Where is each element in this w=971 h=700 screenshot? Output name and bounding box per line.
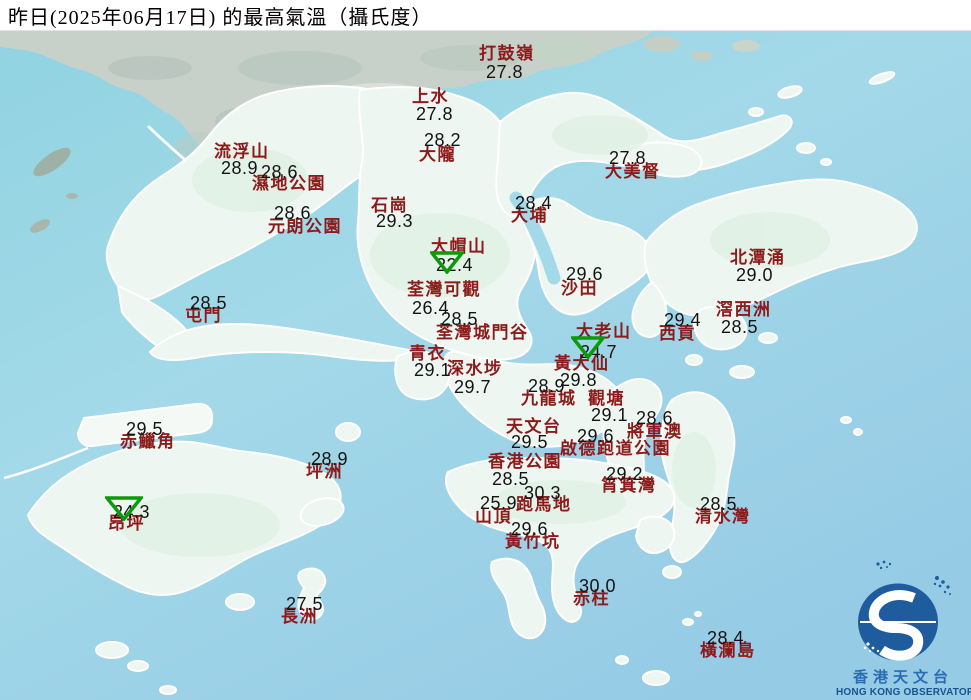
station-name: 打鼓嶺 [479,44,535,63]
station-temperature-value: 28.6 [274,203,312,223]
green-triangle-marker-icon [103,496,145,522]
station-temperature-value: 29.8 [560,370,598,390]
station-temperature-value: 29.0 [736,265,774,285]
station-temperature-value: 27.8 [416,104,454,124]
green-triangle-marker-icon [569,336,607,360]
weather-map-page: 昨日(2025年06月17日) 的最高氣溫（攝氏度） 打鼓嶺 27.8 上水 27.8… [0,0,971,700]
station-name: 香港公園 [488,452,562,471]
green-triangle-marker-icon [428,251,466,275]
page-title: 昨日(2025年06月17日) 的最高氣溫（攝氏度） [8,6,433,29]
station-temperature-value: 27.8 [486,62,524,82]
station-temperature-value: 29.6 [511,519,549,539]
station-temperature-value: 28.2 [424,130,462,150]
station-temperature-value: 28.9 [311,449,349,469]
station-temperature-value: 27.8 [609,148,647,168]
station-temperature-value: 25.9 [480,493,518,513]
station-temperature-value: 29.6 [566,264,604,284]
station-temperature-value: 29.3 [376,211,414,231]
stations-layer: 打鼓嶺 27.8 上水 27.8 大隴 28.2 大美督 27.8 流浮山 28.9 濕地公園 28.… [0,0,971,700]
station-temperature-value: 28.5 [700,494,738,514]
hko-logo-english-name: HONG KONG OBSERVATORY [836,686,971,698]
station-temperature-value: 29.1 [591,405,629,425]
station-temperature-value: 28.5 [721,317,759,337]
station-temperature-value: 28.6 [261,162,299,182]
hko-logo: 香港天文台 HONG KONG OBSERVATORY [836,556,971,698]
station-temperature-value: 28.9 [528,376,566,396]
station-temperature-value: 28.5 [441,309,479,329]
station-temperature-value: 29.5 [126,419,164,439]
station-temperature-value: 29.4 [664,310,702,330]
station-temperature-value: 29.1 [414,360,452,380]
station-temperature-value: 29.2 [606,464,644,484]
station-temperature-value: 28.4 [707,628,745,648]
station-temperature-value: 28.5 [190,293,228,313]
station-temperature-value: 27.5 [286,594,324,614]
station-temperature-value: 29.7 [454,377,492,397]
hko-logo-icon [858,560,951,661]
station-name: 北潭涌 [730,248,786,267]
station-temperature-value: 30.0 [579,576,617,596]
station-name: 上水 [412,87,449,106]
station-name: 荃灣可觀 [407,280,481,299]
station-temperature-value: 28.6 [636,408,674,428]
station-name: 深水埗 [447,359,503,378]
station-temperature-value: 30.3 [524,483,562,503]
station-name: 滘西洲 [716,300,772,319]
station-temperature-value: 28.9 [221,158,259,178]
hko-logo-chinese-name: 香港天文台 [852,670,953,686]
station-temperature-value: 28.4 [515,193,553,213]
station-temperature-value: 29.5 [511,432,549,452]
station-temperature-value: 29.6 [577,426,615,446]
title-bar: 昨日(2025年06月17日) 的最高氣溫（攝氏度） [0,0,971,31]
